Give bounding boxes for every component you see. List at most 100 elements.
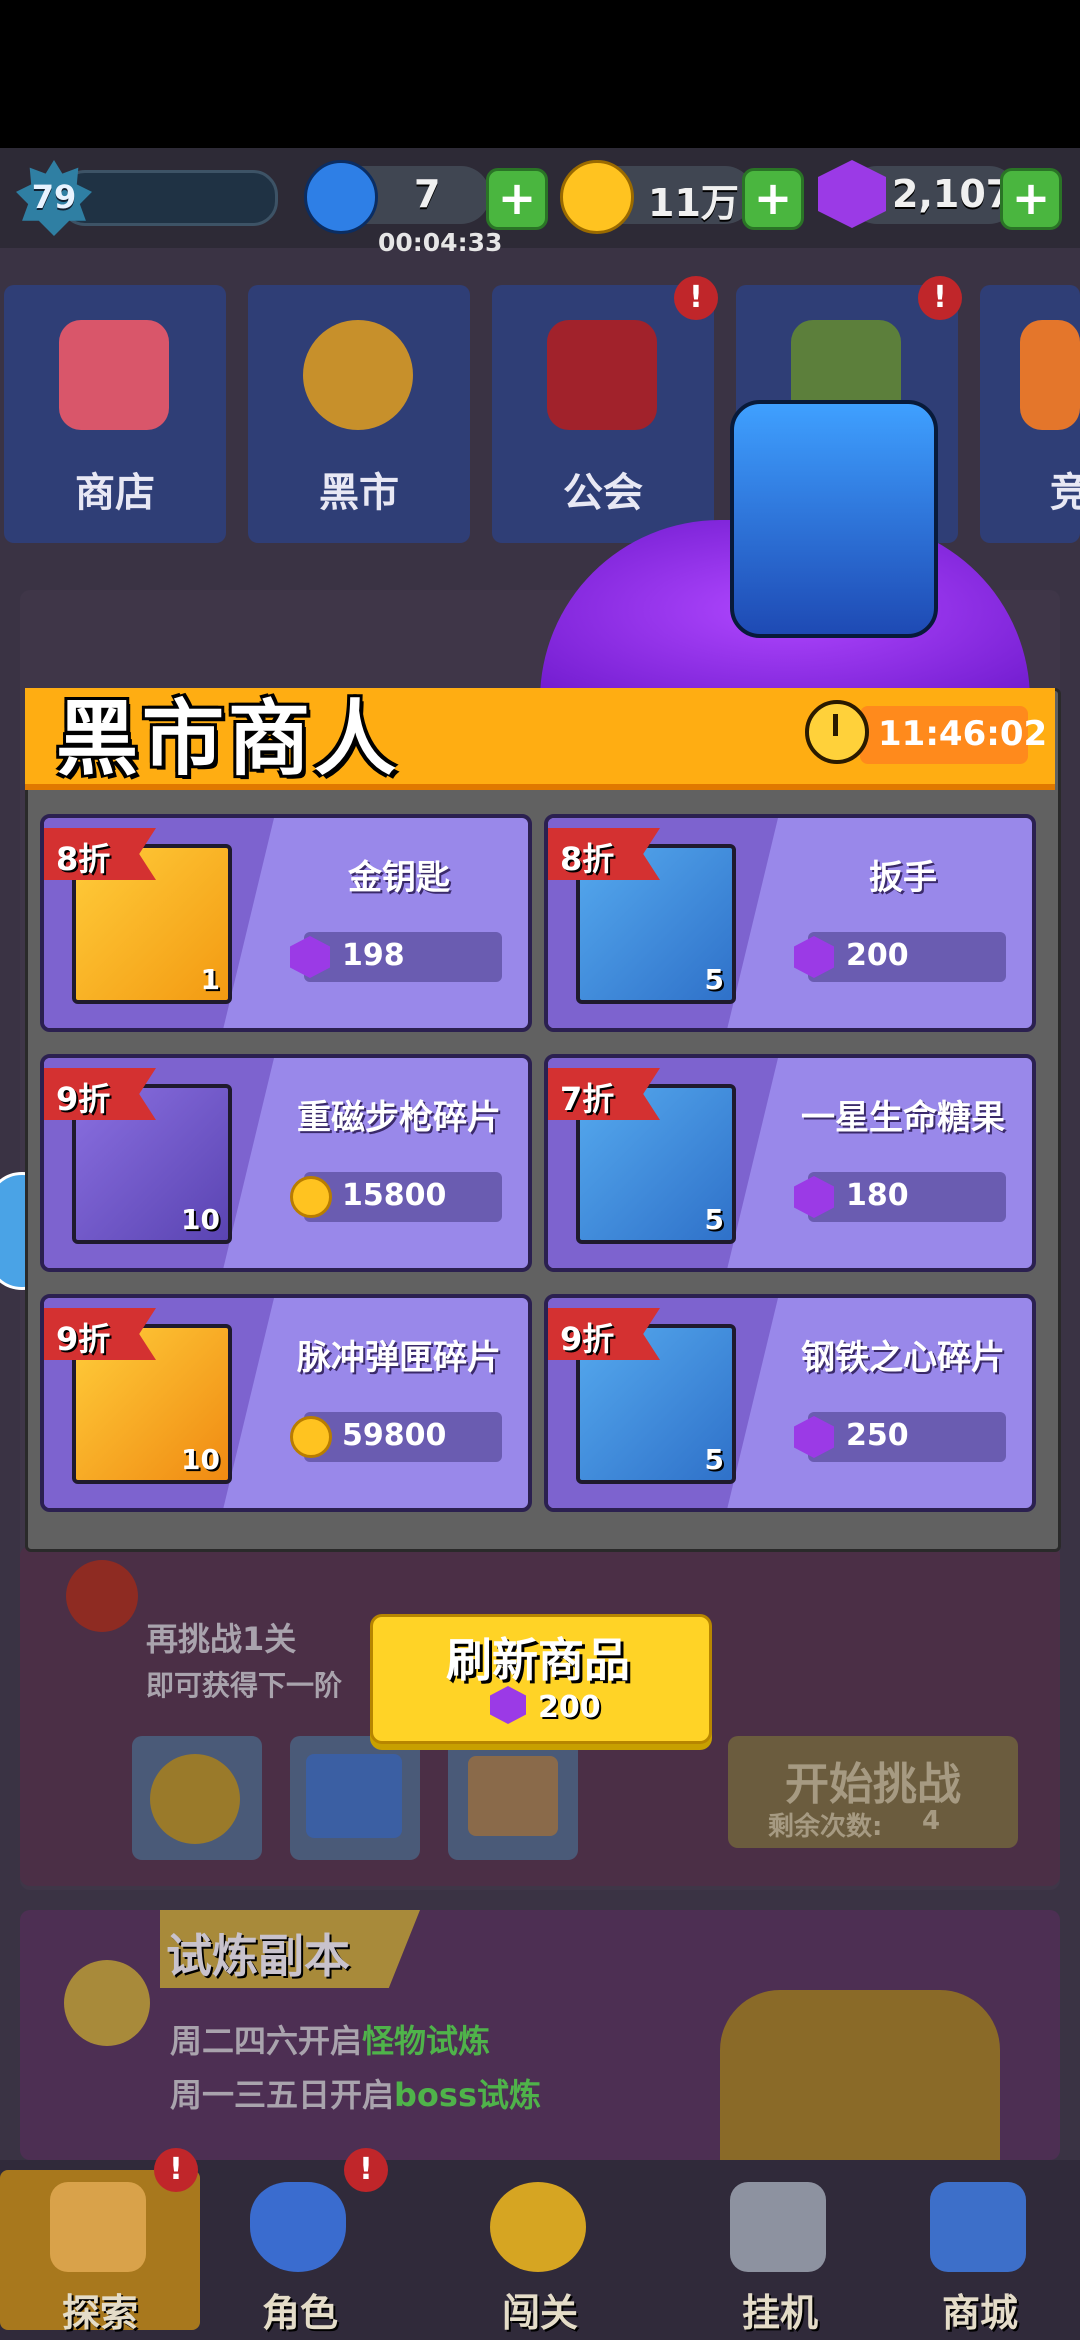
price-value: 59800 xyxy=(342,1418,447,1453)
level-badge[interactable]: 79 xyxy=(16,160,96,236)
menu-label: 黑市 xyxy=(319,470,399,516)
gems-value: 2,107 xyxy=(892,172,1013,216)
level-value: 79 xyxy=(31,178,77,216)
item-quantity: 5 xyxy=(704,1443,724,1476)
gem-icon xyxy=(290,936,330,978)
shop-item-card[interactable]: 5 7折 一星生命糖果 180 xyxy=(544,1054,1036,1272)
gold-value: 11万 xyxy=(648,181,739,225)
trial-title: 试炼副本 xyxy=(166,1929,350,1983)
item-name: 金钥匙 xyxy=(348,858,450,898)
item-name: 扳手 xyxy=(869,858,937,898)
gold-coin-icon xyxy=(290,1416,332,1458)
refresh-price: 200 xyxy=(538,1690,601,1725)
nav-tab-character[interactable]: 角色 xyxy=(200,2170,400,2335)
discount-tag: 8折 xyxy=(44,828,156,880)
item-quantity: 1 xyxy=(200,963,220,996)
gold-coin-icon xyxy=(290,1176,332,1218)
item-quantity: 5 xyxy=(704,1203,724,1236)
discount-tag: 9折 xyxy=(44,1308,156,1360)
shop-item-card[interactable]: 5 9折 钢铁之心碎片 250 xyxy=(544,1294,1036,1512)
menu-tile-shop[interactable]: 商店 xyxy=(4,285,226,543)
menu-tile-arena[interactable]: 竞 xyxy=(980,285,1080,543)
add-gold-button[interactable]: + xyxy=(742,168,804,230)
coin-pile-icon xyxy=(720,1990,1000,2160)
price-button[interactable]: 180 xyxy=(794,1172,1006,1222)
nav-label: 挂机 xyxy=(741,2291,818,2335)
start-challenge-label: 开始挑战 xyxy=(785,1759,961,1810)
menu-label: 竞 xyxy=(1050,470,1080,516)
add-energy-button[interactable]: + xyxy=(486,168,548,230)
discount-label: 8折 xyxy=(56,840,111,878)
character-shield-icon xyxy=(250,2182,346,2272)
shop-item-card[interactable]: 10 9折 脉冲弹匣碎片 59800 xyxy=(40,1294,532,1512)
reward-coin-slot[interactable] xyxy=(132,1736,262,1860)
item-quantity: 5 xyxy=(704,963,724,996)
gem-icon xyxy=(794,936,834,978)
energy-icon xyxy=(304,160,378,234)
gamepad-icon xyxy=(730,2182,826,2272)
price-button[interactable]: 15800 xyxy=(290,1172,502,1222)
trial-line-1-prefix: 周二四六开启 xyxy=(170,2022,363,2060)
weapon-shard-icon xyxy=(468,1756,558,1836)
discount-label: 7折 xyxy=(560,1080,615,1118)
refresh-timer: 11:46:02 xyxy=(878,714,1048,754)
price-value: 15800 xyxy=(342,1178,447,1213)
price-button[interactable]: 198 xyxy=(290,932,502,982)
nav-tab-stages[interactable]: 闯关 xyxy=(440,2170,640,2335)
menu-tile-black-market[interactable]: 黑市 xyxy=(248,285,470,543)
nav-label: 探索 xyxy=(61,2291,138,2335)
discount-label: 8折 xyxy=(560,840,615,878)
nav-tab-mall[interactable]: 商城 xyxy=(880,2170,1080,2335)
discount-label: 9折 xyxy=(56,1080,111,1118)
shop-item-card[interactable]: 10 9折 重磁步枪碎片 15800 xyxy=(40,1054,532,1272)
black-market-icon xyxy=(303,320,413,430)
item-name: 重磁步枪碎片 xyxy=(297,1098,501,1138)
gold-coin-icon xyxy=(560,160,634,234)
price-value: 200 xyxy=(846,938,909,973)
item-name: 脉冲弹匣碎片 xyxy=(297,1338,501,1378)
trial-line-2: 周一三五日开启boss试炼 xyxy=(170,2070,541,2116)
start-challenge-button[interactable]: 开始挑战 剩余次数: 4 xyxy=(728,1736,1018,1848)
refresh-items-label: 刷新商品 xyxy=(446,1633,630,1687)
nav-tab-explore[interactable]: 探索 xyxy=(0,2170,200,2335)
add-gems-button[interactable]: + xyxy=(1000,168,1062,230)
price-button[interactable]: 200 xyxy=(794,932,1006,982)
shop-icon xyxy=(59,320,169,430)
stage-skull-icon xyxy=(490,2182,586,2272)
discount-label: 9折 xyxy=(560,1320,615,1358)
nav-tab-idle[interactable]: 挂机 xyxy=(680,2170,880,2335)
challenge-line-1: 再挑战1关 xyxy=(146,1620,297,1658)
price-button[interactable]: 250 xyxy=(794,1412,1006,1462)
menu-tile-guild[interactable]: 公会 xyxy=(492,285,714,543)
price-button[interactable]: 59800 xyxy=(290,1412,502,1462)
nav-label: 闯关 xyxy=(501,2291,578,2335)
mall-shop-icon xyxy=(930,2182,1026,2272)
event-alert-badge: ! xyxy=(918,276,962,320)
arena-icon xyxy=(1020,320,1080,430)
challenge-line-2: 即可获得下一阶 xyxy=(146,1669,343,1702)
exp-book-icon xyxy=(306,1754,402,1838)
trial-line-2-highlight: boss试炼 xyxy=(394,2076,542,2114)
gem-icon xyxy=(794,1416,834,1458)
remaining-label: 剩余次数: xyxy=(768,1812,883,1842)
gem-icon xyxy=(794,1176,834,1218)
shop-item-card[interactable]: 5 8折 扳手 200 xyxy=(544,814,1036,1032)
energy-timer: 00:04:33 xyxy=(378,228,503,257)
item-quantity: 10 xyxy=(181,1443,220,1476)
energy-value: 7 xyxy=(414,172,441,216)
coin-reward-icon xyxy=(150,1754,240,1844)
remaining-value: 4 xyxy=(922,1806,941,1836)
guild-icon xyxy=(547,320,657,430)
menu-label: 商店 xyxy=(75,470,155,516)
shop-item-card[interactable]: 1 8折 金钥匙 198 xyxy=(40,814,532,1032)
nav-label: 角色 xyxy=(261,2291,338,2335)
modal-title: 黑市商人 xyxy=(56,692,401,787)
map-icon xyxy=(50,2182,146,2272)
reward-shard-slot[interactable] xyxy=(448,1736,578,1860)
reward-exp-slot[interactable] xyxy=(290,1736,420,1860)
character-alert-badge: ! xyxy=(344,2148,388,2192)
treasure-chest-icon xyxy=(730,400,938,638)
trial-emblem-icon xyxy=(64,1960,150,2046)
price-value: 250 xyxy=(846,1418,909,1453)
menu-label: 公会 xyxy=(563,470,643,516)
